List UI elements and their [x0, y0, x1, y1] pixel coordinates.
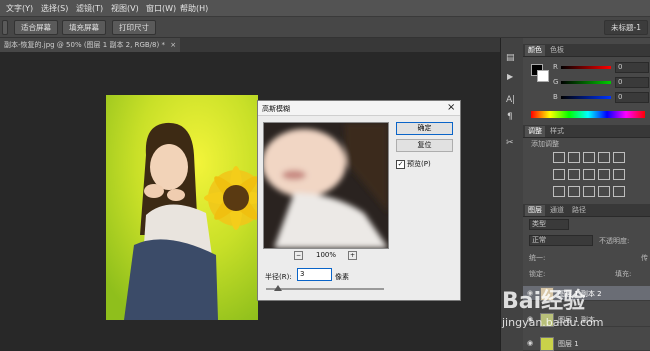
unify-label: 统一:: [529, 254, 546, 262]
levels-icon[interactable]: [568, 152, 580, 163]
document-tab-bar: 副本-恢复的.jpg @ 50% (图层 1 副本 2, RGB/8) * ×: [0, 38, 500, 52]
dialog-title: 高斯模糊: [262, 105, 290, 113]
tab-swatches[interactable]: 色板: [547, 45, 567, 56]
document-tab[interactable]: 副本-恢复的.jpg @ 50% (图层 1 副本 2, RGB/8) * ×: [0, 38, 181, 52]
dialog-close-icon[interactable]: ×: [447, 102, 455, 113]
propagate-label: 传: [641, 254, 648, 262]
hue-saturation-icon[interactable]: [553, 169, 565, 180]
exposure-icon[interactable]: [598, 152, 610, 163]
curves-icon[interactable]: [583, 152, 595, 163]
preview-checkbox[interactable]: ✓: [396, 160, 405, 169]
channel-g-input[interactable]: 0: [615, 77, 649, 88]
print-size-button[interactable]: 打印尺寸: [112, 20, 156, 35]
menu-help[interactable]: 帮助(H): [180, 3, 208, 14]
zoom-in-button[interactable]: +: [348, 251, 357, 260]
lock-label: 锁定:: [529, 270, 546, 278]
menu-select[interactable]: 选择(S): [41, 3, 68, 14]
radius-label: 半径(R):: [265, 273, 292, 281]
channel-b-input[interactable]: 0: [615, 92, 649, 103]
color-panel-tabs: 颜色 色板: [523, 44, 650, 57]
channel-mixer-icon[interactable]: [613, 169, 625, 180]
preview-illustration: [264, 123, 388, 248]
menu-bar: 文字(Y) 选择(S) 滤镜(T) 视图(V) 窗口(W) 帮助(H): [0, 0, 650, 17]
background-color-swatch[interactable]: [537, 70, 549, 82]
channel-b-slider[interactable]: [561, 96, 611, 99]
ok-button[interactable]: 确定: [396, 122, 453, 135]
tab-channels[interactable]: 通道: [547, 205, 567, 216]
tab-color[interactable]: 颜色: [525, 45, 545, 56]
document-image[interactable]: [106, 95, 258, 320]
zoom-level: 100%: [316, 251, 337, 259]
radius-input[interactable]: 3: [297, 268, 332, 281]
photo-filter-icon[interactable]: [598, 169, 610, 180]
color-spectrum-bar[interactable]: [531, 111, 645, 118]
layers-panel-tabs: 图层 通道 路径: [523, 204, 650, 217]
dialog-title-bar: 高斯模糊 ×: [258, 101, 460, 116]
tab-adjustments[interactable]: 调整: [525, 126, 545, 137]
zoom-out-button[interactable]: −: [294, 251, 303, 260]
opacity-label: 不透明度:: [599, 237, 630, 245]
watermark: Bai经验 jingyan.baidu.com: [500, 283, 618, 343]
tab-paths[interactable]: 路径: [569, 205, 589, 216]
fill-label: 填充:: [615, 270, 632, 278]
channel-b-label: B: [553, 93, 558, 101]
watermark-title: Bai经验: [502, 289, 586, 314]
radius-slider-track[interactable]: [266, 288, 384, 290]
watermark-url: jingyan.baidu.com: [502, 316, 604, 329]
selective-color-icon[interactable]: [613, 186, 625, 197]
actions-play-icon[interactable]: ▶: [507, 72, 513, 81]
blur-preview[interactable]: [263, 122, 389, 249]
color-balance-icon[interactable]: [568, 169, 580, 180]
character-icon[interactable]: A|: [506, 95, 515, 105]
posterize-icon[interactable]: [568, 186, 580, 197]
channel-g-slider[interactable]: [561, 81, 611, 84]
history-icon[interactable]: ▤: [506, 53, 515, 63]
preview-label: 预览(P): [407, 160, 431, 168]
menu-filter[interactable]: 滤镜(T): [76, 3, 103, 14]
document-tab-label: 副本-恢复的.jpg @ 50% (图层 1 副本 2, RGB/8) *: [4, 41, 165, 49]
tool-presets-icon[interactable]: ✂: [506, 138, 514, 148]
close-icon[interactable]: ×: [170, 41, 176, 49]
tab-styles[interactable]: 样式: [547, 126, 567, 137]
invert-icon[interactable]: [553, 186, 565, 197]
workspace-select[interactable]: 未标题-1: [604, 20, 648, 35]
brightness-contrast-icon[interactable]: [553, 152, 565, 163]
layer-kind-filter[interactable]: 类型: [529, 219, 569, 230]
paragraph-icon[interactable]: ¶: [507, 112, 513, 122]
adjust-panel-tabs: 调整 样式: [523, 125, 650, 138]
add-adjustment-label: 添加调整: [531, 140, 559, 148]
vibrance-icon[interactable]: [613, 152, 625, 163]
radius-slider-thumb[interactable]: [273, 285, 282, 291]
options-stub-button[interactable]: [2, 20, 8, 35]
fill-screen-button[interactable]: 填充屏幕: [62, 20, 106, 35]
menu-type[interactable]: 文字(Y): [6, 3, 33, 14]
black-white-icon[interactable]: [583, 169, 595, 180]
radius-unit: 像素: [335, 273, 349, 281]
gaussian-blur-dialog: 高斯模糊 × − 100% + 确定 复位 ✓ 预览(P) 半径(R): 3 像…: [257, 100, 461, 301]
fit-screen-button[interactable]: 适合屏幕: [14, 20, 58, 35]
channel-r-label: R: [553, 63, 558, 71]
options-bar: 适合屏幕 填充屏幕 打印尺寸 未标题-1: [0, 17, 650, 38]
blend-mode-select[interactable]: 正常: [529, 235, 593, 246]
gradient-map-icon[interactable]: [598, 186, 610, 197]
menu-view[interactable]: 视图(V): [111, 3, 139, 14]
photo-illustration: [106, 95, 258, 320]
threshold-icon[interactable]: [583, 186, 595, 197]
channel-r-slider[interactable]: [561, 66, 611, 69]
channel-r-input[interactable]: 0: [615, 62, 649, 73]
channel-g-label: G: [553, 78, 559, 86]
menu-window[interactable]: 窗口(W): [146, 3, 176, 14]
tab-layers[interactable]: 图层: [525, 205, 545, 216]
reset-button[interactable]: 复位: [396, 139, 453, 152]
